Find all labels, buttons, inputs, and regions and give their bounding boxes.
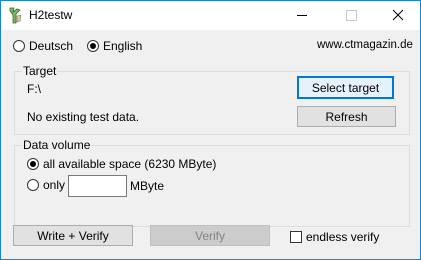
radio-english[interactable]: English (87, 39, 142, 53)
minimize-icon (297, 15, 307, 16)
mbyte-unit-label: MByte (130, 179, 165, 193)
minimize-button[interactable] (285, 1, 319, 30)
client-area: Deutsch English www.ctmagazin.de Target … (1, 30, 420, 259)
h2testw-window: H2testw Deutsch English www.ctmagazin.de… (0, 0, 421, 260)
close-button[interactable] (381, 1, 415, 30)
radio-all-space[interactable]: all available space (6230 MByte) (27, 157, 216, 171)
target-path: F:\ (27, 82, 41, 96)
title-bar[interactable]: H2testw (1, 1, 420, 30)
radio-all-space-indicator (27, 158, 39, 170)
endless-verify-label: endless verify (306, 230, 380, 244)
target-legend: Target (22, 64, 58, 78)
verify-button[interactable]: Verify (150, 225, 270, 246)
endless-verify-checkbox[interactable]: endless verify (290, 230, 379, 244)
select-target-button[interactable]: Select target (297, 76, 394, 99)
radio-english-indicator (87, 40, 99, 52)
radio-only[interactable]: only (27, 178, 65, 192)
maximize-button (334, 1, 368, 30)
target-status: No existing test data. (27, 110, 140, 124)
radio-deutsch-label: Deutsch (29, 39, 74, 53)
refresh-button[interactable]: Refresh (297, 106, 396, 127)
endless-verify-box (290, 231, 302, 243)
maximize-icon (346, 10, 357, 21)
radio-deutsch[interactable]: Deutsch (13, 39, 73, 53)
h2testw-app-icon (9, 7, 22, 24)
radio-only-indicator (27, 179, 39, 191)
radio-only-label: only (43, 178, 66, 192)
write-verify-button[interactable]: Write + Verify (13, 225, 133, 246)
window-title: H2testw (29, 8, 73, 22)
radio-deutsch-indicator (13, 40, 25, 52)
radio-all-space-label: all available space (6230 MByte) (43, 157, 217, 171)
mbyte-amount-input[interactable] (68, 175, 127, 197)
data-volume-legend: Data volume (22, 138, 92, 152)
website-label: www.ctmagazin.de (317, 39, 413, 51)
radio-english-label: English (103, 39, 143, 53)
close-icon (392, 9, 404, 21)
